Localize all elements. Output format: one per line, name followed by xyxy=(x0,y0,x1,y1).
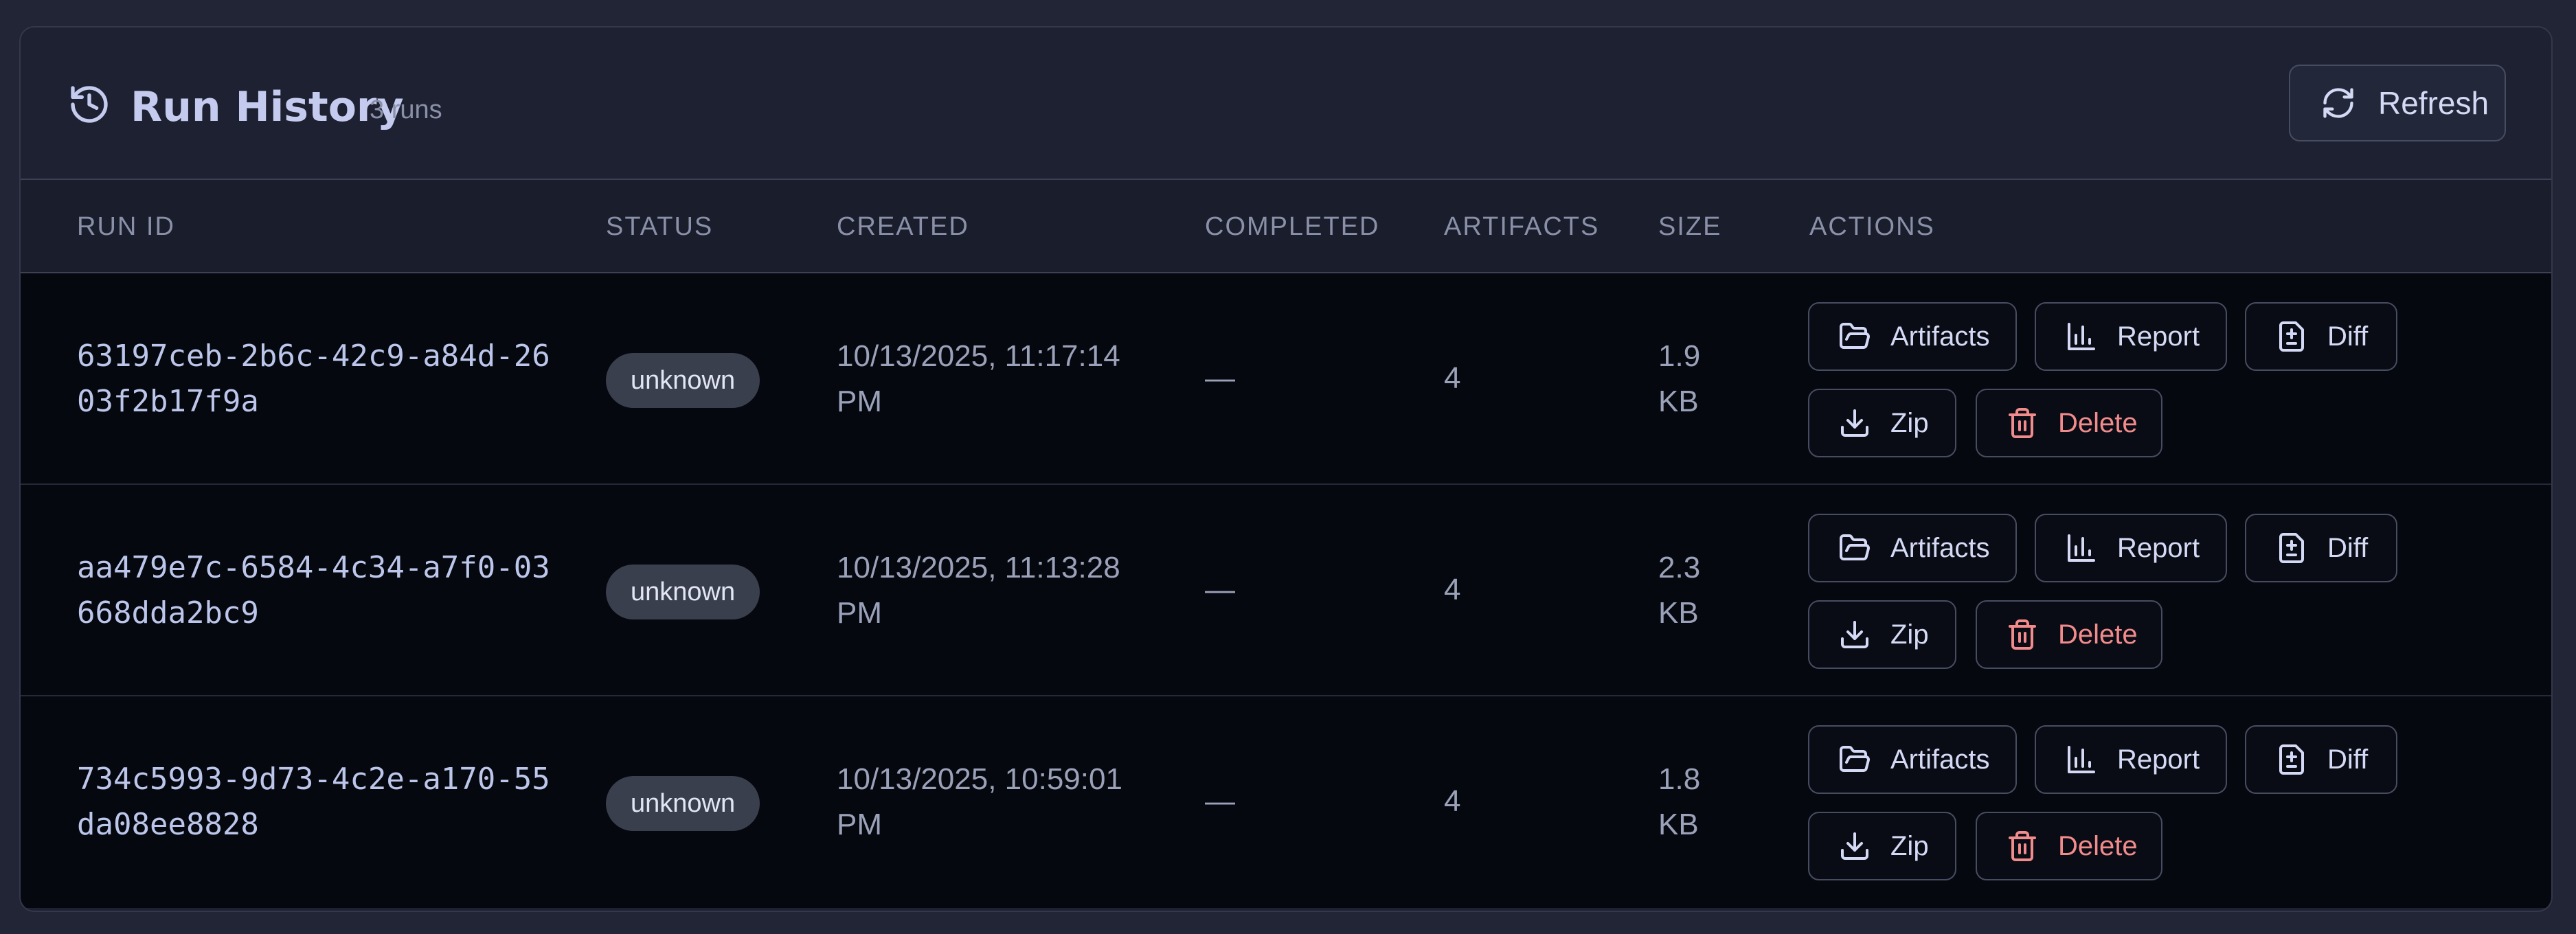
column-header-completed: COMPLETED xyxy=(1205,212,1380,241)
diff-label: Diff xyxy=(2327,321,2369,352)
artifacts-button[interactable]: Artifacts xyxy=(1808,514,2017,582)
artifacts-label: Artifacts xyxy=(1890,321,1990,352)
created-date: 10/13/2025, 11:17:14 PM xyxy=(837,339,1120,418)
delete-label: Delete xyxy=(2058,407,2138,438)
artifact-count: 4 xyxy=(1444,361,1461,395)
bar-chart-icon xyxy=(2068,323,2095,350)
report-label: Report xyxy=(2117,321,2200,352)
artifact-count: 4 xyxy=(1444,573,1461,606)
delete-button[interactable]: Delete xyxy=(1976,389,2162,457)
folder-open-icon xyxy=(1840,323,1870,349)
column-header-artifacts: ARTIFACTS xyxy=(1444,212,1600,241)
file-diff-icon xyxy=(2279,744,2304,775)
status-badge: unknown xyxy=(606,353,760,408)
column-header-actions: ACTIONS xyxy=(1809,212,1935,241)
status-badge: unknown xyxy=(606,776,760,831)
report-label: Report xyxy=(2117,744,2200,775)
column-header-created: CREATED xyxy=(837,212,969,241)
trash-icon xyxy=(2009,408,2036,438)
artifacts-label: Artifacts xyxy=(1890,744,1990,775)
table-row: 63197ceb-2b6c-42c9-a84d-2603f2b17f9a unk… xyxy=(21,273,2551,485)
run-size: 1.9 KB xyxy=(1658,339,1701,418)
download-icon xyxy=(1841,409,1868,437)
delete-label: Delete xyxy=(2058,619,2138,650)
zip-button[interactable]: Zip xyxy=(1808,812,1956,880)
completed-date: — xyxy=(1205,573,1235,606)
panel-header: Run History 3 runs Refresh xyxy=(21,27,2551,180)
delete-button[interactable]: Delete xyxy=(1976,600,2162,669)
folder-open-icon xyxy=(1840,534,1870,560)
report-label: Report xyxy=(2117,532,2200,563)
table-header: RUN ID STATUS CREATED COMPLETED ARTIFACT… xyxy=(21,180,2551,273)
run-size: 2.3 KB xyxy=(1658,551,1701,630)
zip-label: Zip xyxy=(1890,619,1929,650)
created-date: 10/13/2025, 10:59:01 PM xyxy=(837,762,1122,841)
diff-label: Diff xyxy=(2327,532,2369,563)
completed-date: — xyxy=(1205,784,1235,818)
created-date: 10/13/2025, 11:13:28 PM xyxy=(837,551,1120,630)
run-id[interactable]: 63197ceb-2b6c-42c9-a84d-2603f2b17f9a xyxy=(77,334,558,424)
diff-button[interactable]: Diff xyxy=(2245,302,2397,371)
table-row: 734c5993-9d73-4c2e-a170-55da08ee8828 unk… xyxy=(21,696,2551,908)
table-body: 63197ceb-2b6c-42c9-a84d-2603f2b17f9a unk… xyxy=(21,273,2551,908)
delete-button[interactable]: Delete xyxy=(1976,812,2162,880)
report-button[interactable]: Report xyxy=(2035,302,2227,371)
completed-date: — xyxy=(1205,361,1235,395)
column-header-run-id: RUN ID xyxy=(77,212,175,241)
artifact-count: 4 xyxy=(1444,784,1461,818)
file-diff-icon xyxy=(2279,533,2304,563)
diff-button[interactable]: Diff xyxy=(2245,725,2397,794)
refresh-icon xyxy=(2323,88,2353,118)
download-icon xyxy=(1841,621,1868,648)
artifacts-button[interactable]: Artifacts xyxy=(1808,725,2017,794)
status-badge: unknown xyxy=(606,565,760,619)
zip-button[interactable]: Zip xyxy=(1808,600,1956,669)
bar-chart-icon xyxy=(2068,534,2095,562)
bar-chart-icon xyxy=(2068,746,2095,773)
folder-open-icon xyxy=(1840,746,1870,772)
report-button[interactable]: Report xyxy=(2035,514,2227,582)
page-title: Run History xyxy=(131,83,404,131)
file-diff-icon xyxy=(2279,321,2304,352)
report-button[interactable]: Report xyxy=(2035,725,2227,794)
history-icon xyxy=(71,86,108,123)
diff-button[interactable]: Diff xyxy=(2245,514,2397,582)
refresh-label: Refresh xyxy=(2378,85,2489,121)
trash-icon xyxy=(2009,619,2036,650)
column-header-status: STATUS xyxy=(606,212,714,241)
zip-label: Zip xyxy=(1890,830,1929,861)
diff-label: Diff xyxy=(2327,744,2369,775)
refresh-button[interactable]: Refresh xyxy=(2289,65,2506,141)
column-header-size: SIZE xyxy=(1658,212,1722,241)
artifacts-button[interactable]: Artifacts xyxy=(1808,302,2017,371)
zip-label: Zip xyxy=(1890,407,1929,438)
artifacts-label: Artifacts xyxy=(1890,532,1990,563)
trash-icon xyxy=(2009,831,2036,861)
zip-button[interactable]: Zip xyxy=(1808,389,1956,457)
run-history-panel: Run History 3 runs Refresh RUN ID STATUS… xyxy=(19,26,2553,912)
run-id[interactable]: aa479e7c-6584-4c34-a7f0-03668dda2bc9 xyxy=(77,545,558,636)
run-count: 3 runs xyxy=(370,95,442,124)
download-icon xyxy=(1841,832,1868,860)
delete-label: Delete xyxy=(2058,830,2138,861)
run-size: 1.8 KB xyxy=(1658,762,1701,841)
table-row: aa479e7c-6584-4c34-a7f0-03668dda2bc9 unk… xyxy=(21,485,2551,696)
run-id[interactable]: 734c5993-9d73-4c2e-a170-55da08ee8828 xyxy=(77,757,558,847)
